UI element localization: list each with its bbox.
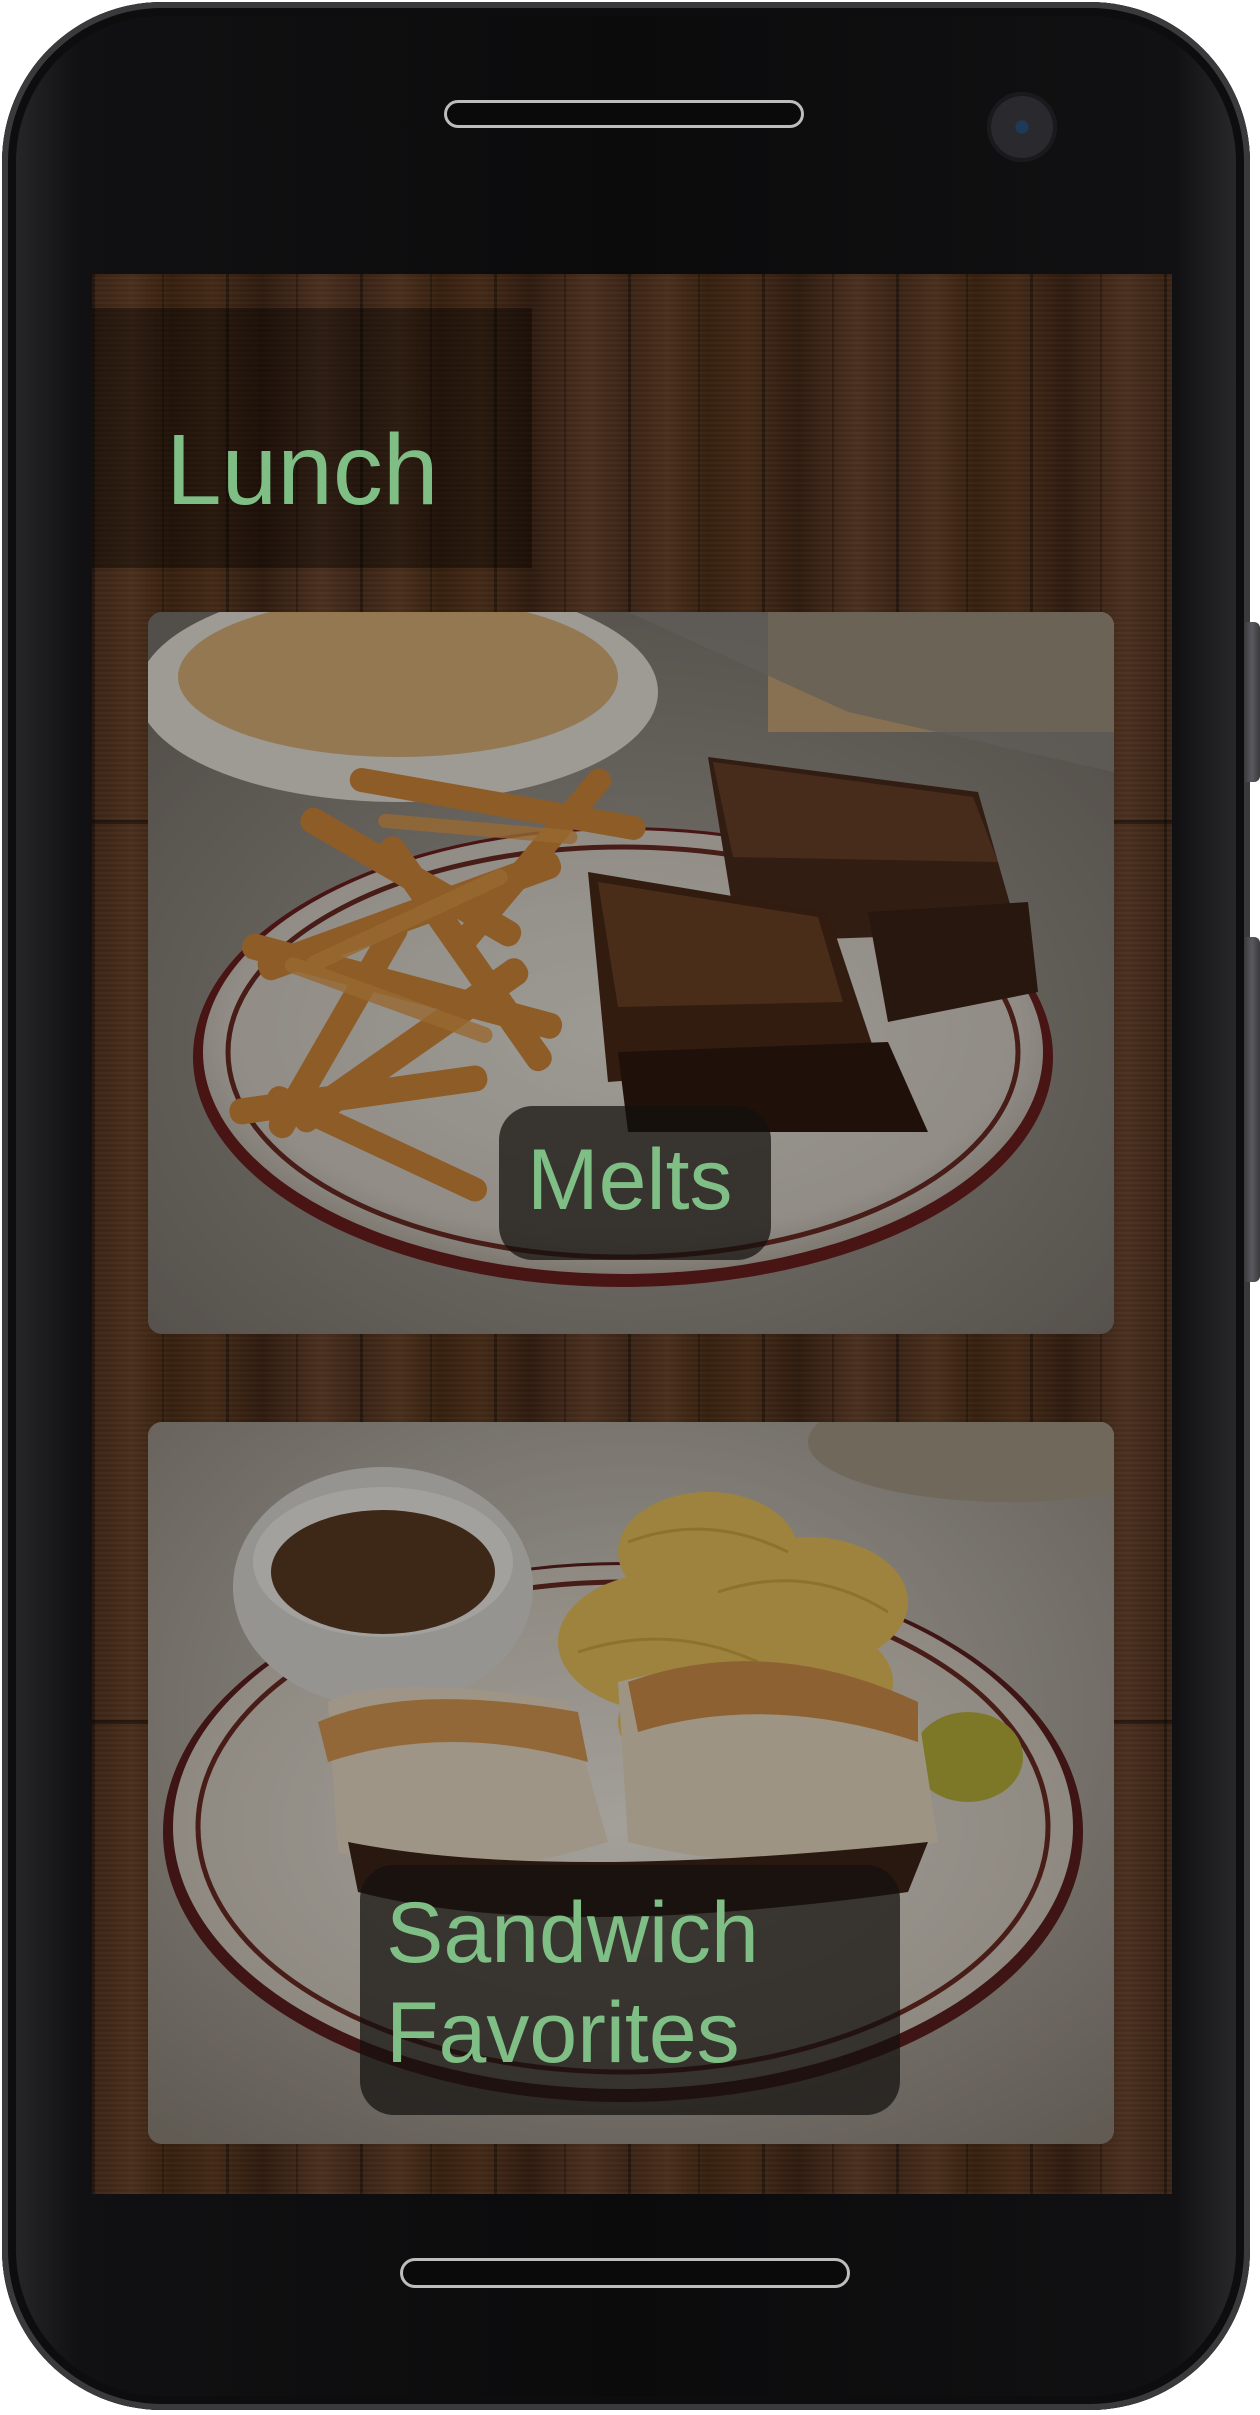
front-camera-icon — [987, 92, 1057, 162]
volume-button — [1244, 937, 1260, 1282]
sandwich-favorites-label-line1: Sandwich — [386, 1885, 759, 1981]
category-card-melts[interactable]: Melts — [148, 612, 1114, 1334]
phone-frame: Lunch Melts Sandwich Favorites — [2, 2, 1260, 2410]
sandwich-favorites-label-line2: Favorites — [386, 1985, 740, 2081]
page-title: Lunch — [166, 414, 439, 526]
title-panel: Lunch — [92, 308, 532, 568]
home-indicator-icon[interactable] — [400, 2258, 850, 2288]
melts-label-text: Melts — [527, 1132, 733, 1228]
earpiece-speaker-icon — [444, 100, 804, 128]
category-label-melts: Melts — [499, 1106, 771, 1260]
power-button — [1244, 622, 1260, 782]
category-label-sandwich-favorites: Sandwich Favorites — [360, 1865, 900, 2115]
app-screen: Lunch Melts Sandwich Favorites — [92, 274, 1172, 2194]
category-card-sandwich-favorites[interactable]: Sandwich Favorites — [148, 1422, 1114, 2144]
